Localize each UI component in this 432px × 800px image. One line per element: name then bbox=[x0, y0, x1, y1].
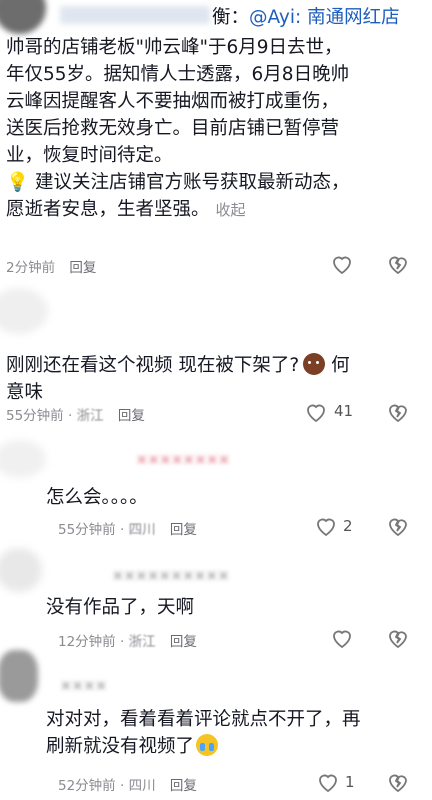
reply-button[interactable]: 回复 bbox=[69, 256, 96, 276]
heart-icon[interactable] bbox=[314, 514, 338, 538]
comment-4-body: 没有作品了，天啊 bbox=[46, 597, 195, 618]
comment-1-body: 帅哥的店铺老板"帅云峰"于6月9日去世， 年仅55岁。据知情人士透露，6月8日晚… bbox=[6, 34, 430, 224]
comment-location: 四川 bbox=[128, 778, 156, 794]
comment-time: 52分钟前 bbox=[58, 778, 116, 794]
broken-heart-icon[interactable] bbox=[386, 514, 410, 538]
avatar[interactable] bbox=[0, 650, 38, 702]
comment-3-username[interactable]: ×××××××× bbox=[136, 452, 230, 468]
dot-separator: · bbox=[67, 408, 73, 424]
comment-3-meta: 55分钟前 · 四川 回复 bbox=[58, 518, 197, 538]
heart-icon[interactable] bbox=[316, 770, 340, 794]
heart-icon[interactable] bbox=[304, 400, 328, 424]
avatar[interactable] bbox=[0, 0, 46, 34]
tip-line-2: 愿逝者安息，生者坚强。 bbox=[6, 199, 210, 220]
broken-heart-icon[interactable] bbox=[386, 400, 410, 424]
comment-1-line: 帅哥的店铺老板"帅云峰"于6月9日去世， bbox=[6, 37, 343, 58]
comment-time: 55分钟前 bbox=[58, 522, 116, 538]
avatar[interactable] bbox=[0, 288, 48, 334]
comment-5-username[interactable]: ×××× bbox=[60, 678, 107, 694]
comment-location: 浙江 bbox=[76, 408, 104, 424]
reply-button[interactable]: 回复 bbox=[118, 404, 145, 424]
comment-5-body: 对对对，看着看着评论就点不开了，再 刷新就没有视频了 bbox=[46, 706, 430, 760]
reply-button[interactable]: 回复 bbox=[170, 630, 197, 650]
comment-time: 2分钟前 bbox=[6, 260, 56, 276]
like-count: 41 bbox=[334, 402, 354, 420]
comment-2-line3: 意味 bbox=[6, 382, 44, 403]
avatar[interactable] bbox=[0, 548, 42, 592]
comment-2-meta: 55分钟前 · 浙江 回复 bbox=[6, 404, 145, 424]
crying-emoji-icon bbox=[196, 734, 219, 756]
heart-icon[interactable] bbox=[330, 252, 354, 276]
broken-heart-icon[interactable] bbox=[386, 770, 410, 794]
comment-1-line: 云峰因提醒客人不要抽烟而被打成重伤， bbox=[6, 91, 340, 112]
comment-2-text: 刚刚还在看这个视频 现在被下架了? bbox=[6, 355, 300, 376]
dot-separator: · bbox=[119, 778, 125, 794]
reply-button[interactable]: 回复 bbox=[170, 774, 197, 794]
comment-2-line1: 刚刚还在看这个视频 现在被下架了? 何 bbox=[6, 352, 426, 379]
reply-button[interactable]: 回复 bbox=[170, 518, 197, 538]
comment-1-username[interactable] bbox=[60, 6, 210, 24]
heart-icon[interactable] bbox=[330, 626, 354, 650]
comment-5-line1: 对对对，看着看着评论就点不开了，再 bbox=[46, 709, 361, 730]
comment-5-text: 刷新就没有视频了 bbox=[46, 736, 195, 757]
comment-1-tip: 💡 建议关注店铺官方账号获取最新动态， bbox=[6, 169, 430, 196]
comment-1-line: 送医后抢救无效身亡。目前店铺已暂停营 bbox=[6, 118, 340, 139]
avatar[interactable] bbox=[0, 440, 46, 478]
mention-link[interactable]: @Ayi: 南通网红店 bbox=[249, 7, 400, 28]
comment-location: 浙江 bbox=[128, 634, 156, 650]
lightbulb-icon: 💡 bbox=[6, 172, 30, 193]
comment-time: 12分钟前 bbox=[58, 634, 116, 650]
comment-2-suffix: 何 bbox=[331, 355, 350, 376]
comment-5-meta: 52分钟前 · 四川 回复 bbox=[58, 774, 197, 794]
comment-1-line: 年仅55岁。据知情人士透露，6月8日晚帅 bbox=[6, 64, 350, 85]
poop-emoji-icon bbox=[303, 353, 326, 375]
comment-location: 四川 bbox=[128, 522, 156, 538]
collapse-button[interactable]: 收起 bbox=[216, 201, 246, 219]
comment-1-line: 业，恢复时间待定。 bbox=[6, 145, 173, 166]
comment-2-body: 刚刚还在看这个视频 现在被下架了? 何 意味 bbox=[6, 352, 426, 406]
comment-3-body: 怎么会。。。。 bbox=[46, 487, 148, 508]
comment-1-mention: 衡：@Ayi: 南通网红店 bbox=[212, 4, 400, 31]
broken-heart-icon[interactable] bbox=[386, 626, 410, 650]
comment-4-username[interactable]: ×××××××××× bbox=[112, 568, 229, 584]
broken-heart-icon[interactable] bbox=[386, 252, 410, 276]
dot-separator: · bbox=[119, 634, 125, 650]
like-count: 1 bbox=[345, 773, 355, 791]
comment-1-tip-2: 愿逝者安息，生者坚强。 收起 bbox=[6, 196, 430, 224]
header-prefix: 衡： bbox=[212, 7, 250, 28]
tip-line-1: 建议关注店铺官方账号获取最新动态， bbox=[34, 172, 350, 193]
like-count: 2 bbox=[343, 517, 353, 535]
comment-1-meta: 2分钟前 回复 bbox=[6, 256, 96, 276]
comment-1-header: 衡：@Ayi: 南通网红店 bbox=[0, 0, 432, 36]
comment-4-meta: 12分钟前 · 浙江 回复 bbox=[58, 630, 197, 650]
comment-5-line2: 刷新就没有视频了 bbox=[46, 733, 430, 760]
dot-separator: · bbox=[119, 522, 125, 538]
comment-time: 55分钟前 bbox=[6, 408, 64, 424]
